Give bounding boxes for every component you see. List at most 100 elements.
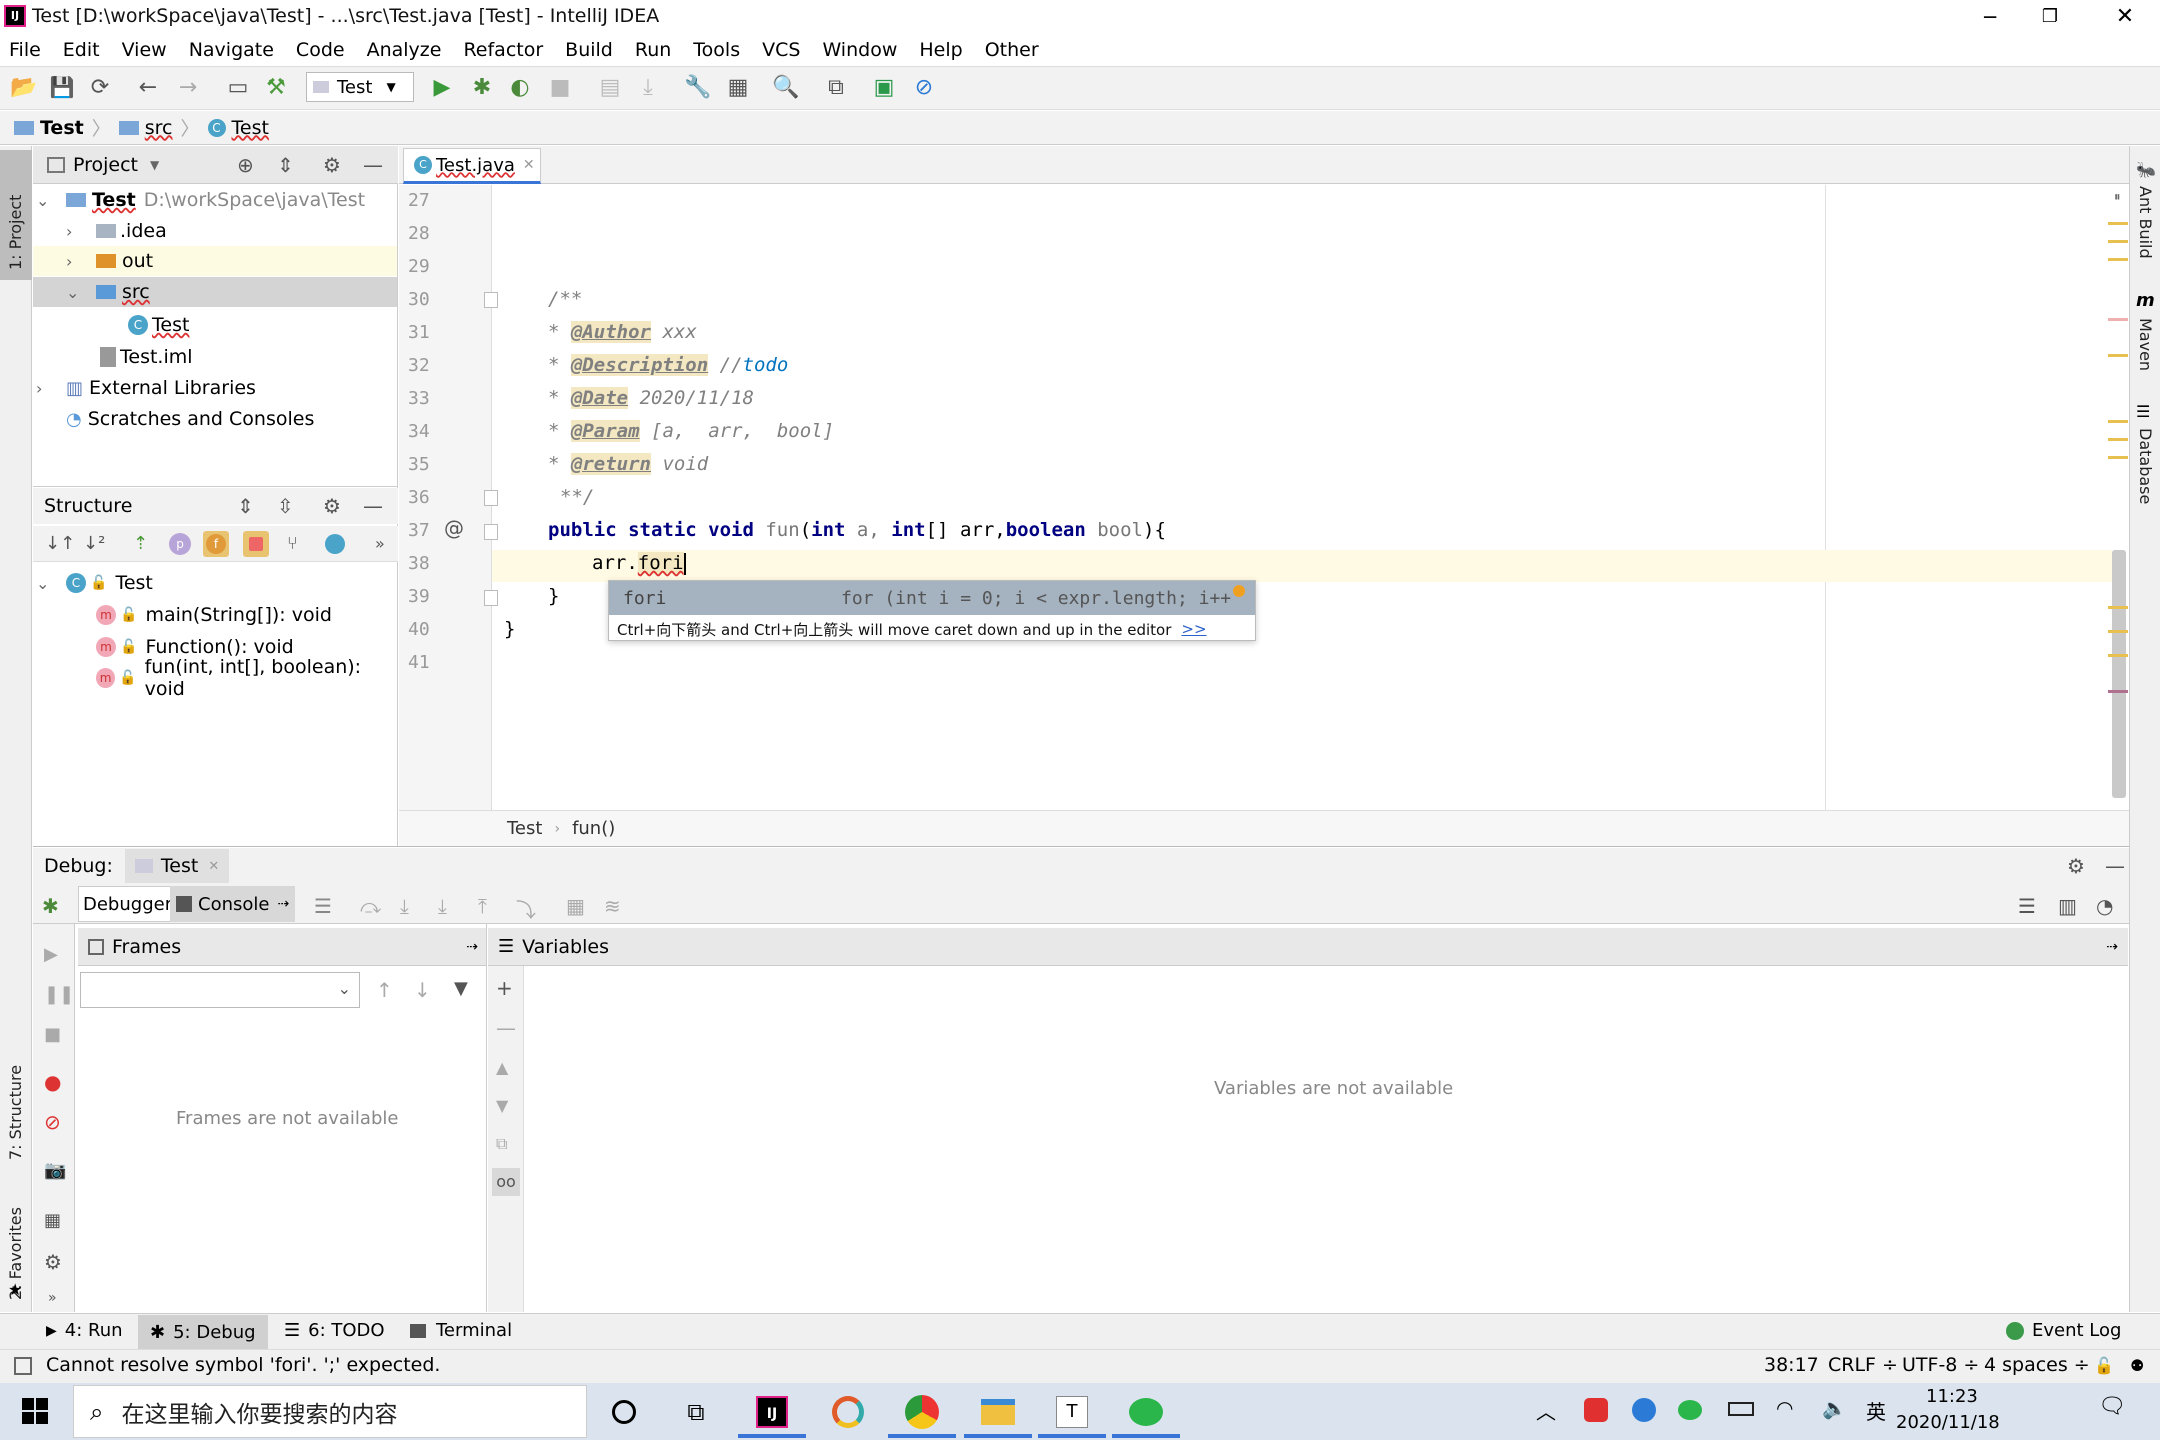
tool-window-terminal[interactable]: Terminal bbox=[410, 1320, 512, 1341]
inherited-icon[interactable]: ⇡ bbox=[133, 533, 148, 554]
tree-item-src[interactable]: ⌄ src bbox=[33, 277, 397, 307]
chevron-down-icon[interactable]: ⌄ bbox=[36, 191, 56, 210]
error-marker[interactable] bbox=[2108, 240, 2128, 243]
frame-up-icon[interactable]: ↑ bbox=[376, 978, 393, 1002]
step-into-icon[interactable]: ⤓ bbox=[400, 894, 409, 918]
collapse-all-icon[interactable]: ⇳ bbox=[277, 494, 294, 518]
structure-class[interactable]: ⌄ C 🔓 Test bbox=[36, 568, 376, 598]
memory-icon[interactable]: ◔ bbox=[2096, 894, 2113, 918]
inspector-icon[interactable]: ⚉ bbox=[2130, 1356, 2144, 1375]
menu-help[interactable]: Help bbox=[919, 39, 962, 61]
debug-icon[interactable]: ✱ bbox=[468, 73, 496, 101]
fold-marker-icon[interactable] bbox=[484, 292, 498, 308]
sort-visibility-icon[interactable]: ↓² bbox=[83, 533, 105, 554]
close-icon[interactable]: ✕ bbox=[208, 859, 219, 874]
editor-area[interactable] bbox=[399, 185, 2129, 810]
wifi-icon[interactable]: ◠ bbox=[1776, 1396, 1793, 1420]
disable-icon[interactable]: ⊘ bbox=[910, 73, 938, 101]
evaluate-icon[interactable]: ▦ bbox=[566, 894, 585, 918]
completion-item[interactable]: fori for (int i = 0; i < expr.length; i+… bbox=[609, 581, 1255, 615]
vcs-commit-icon[interactable]: ⤓ bbox=[634, 73, 662, 101]
chevron-right-icon[interactable]: › bbox=[66, 252, 86, 271]
clock-time[interactable]: 11:23 bbox=[1926, 1386, 1978, 1407]
tree-item-out[interactable]: › out bbox=[33, 246, 397, 276]
pin-icon[interactable]: ⇢ bbox=[466, 939, 478, 955]
line-separator[interactable]: CRLF ÷ bbox=[1828, 1354, 1898, 1376]
back-icon[interactable]: ← bbox=[134, 73, 162, 101]
windows-start-icon[interactable] bbox=[22, 1398, 48, 1424]
error-marker[interactable] bbox=[2108, 606, 2128, 609]
tree-item-test-class[interactable]: C Test bbox=[128, 310, 388, 340]
coverage-icon[interactable]: ◐ bbox=[506, 73, 534, 101]
breadcrumb-item-project[interactable]: Test bbox=[40, 117, 84, 139]
tray-app-red-icon[interactable] bbox=[1584, 1398, 1608, 1422]
menu-run[interactable]: Run bbox=[635, 39, 671, 61]
tool-window-debug[interactable]: ✱ 5: Debug bbox=[138, 1315, 268, 1349]
trace-icon[interactable]: ≋ bbox=[604, 894, 621, 918]
structure-member[interactable]: m 🔓 main(String[]): void bbox=[96, 600, 396, 630]
completion-hint-link[interactable]: >> bbox=[1181, 620, 1206, 638]
editor-breadcrumb-method[interactable]: fun() bbox=[572, 818, 615, 839]
tool-window-run[interactable]: ▶ 4: Run bbox=[46, 1320, 123, 1341]
typora-icon[interactable]: T bbox=[1050, 1390, 1094, 1434]
cortana-icon[interactable] bbox=[602, 1390, 646, 1434]
tree-item-idea[interactable]: › .idea bbox=[66, 216, 396, 246]
fold-marker-icon[interactable] bbox=[484, 490, 498, 506]
hide-panel-icon[interactable]: — bbox=[363, 494, 383, 518]
run-config-select[interactable]: Test ▼ bbox=[306, 72, 414, 102]
error-marker[interactable] bbox=[2108, 630, 2128, 633]
battery-icon[interactable] bbox=[1728, 1402, 1754, 1416]
error-marker[interactable] bbox=[2108, 258, 2128, 261]
browser-icon[interactable] bbox=[826, 1390, 870, 1434]
anonymous-icon[interactable] bbox=[325, 533, 345, 554]
monitor-icon[interactable]: ▣ bbox=[870, 73, 898, 101]
error-marker[interactable] bbox=[2108, 654, 2128, 657]
open-folder-icon[interactable]: 📂 bbox=[10, 73, 38, 101]
chevron-down-icon[interactable]: ▼ bbox=[150, 158, 159, 172]
menu-edit[interactable]: Edit bbox=[63, 39, 100, 61]
settings-wrench-icon[interactable]: 🔧 bbox=[684, 73, 712, 101]
mute-breakpoints-icon[interactable]: ⊘ bbox=[44, 1110, 61, 1134]
close-button[interactable]: ✕ bbox=[2090, 0, 2160, 33]
hide-panel-icon[interactable]: — bbox=[2105, 854, 2125, 878]
editor-breadcrumb-class[interactable]: Test bbox=[507, 818, 542, 839]
event-log-button[interactable]: Event Log bbox=[2006, 1320, 2121, 1341]
file-explorer-icon[interactable] bbox=[976, 1390, 1020, 1434]
menu-vcs[interactable]: VCS bbox=[762, 39, 800, 61]
volume-muted-icon[interactable]: 🔈 bbox=[1822, 1396, 1847, 1420]
tool-window-ant-build[interactable]: Ant Build bbox=[2136, 186, 2155, 259]
tasks-icon[interactable]: ⧉ bbox=[822, 73, 850, 101]
tool-window-todo[interactable]: ☰ 6: TODO bbox=[284, 1320, 385, 1341]
gear-icon[interactable]: ⚙ bbox=[2067, 854, 2085, 878]
notification-icon[interactable]: 🗨 bbox=[2098, 1394, 2126, 1419]
save-icon[interactable]: 💾 bbox=[48, 73, 76, 101]
menu-navigate[interactable]: Navigate bbox=[189, 39, 274, 61]
status-toggle-icon[interactable] bbox=[14, 1357, 32, 1375]
sort-alpha-icon[interactable]: ↓↑ bbox=[45, 533, 75, 554]
menu-file[interactable]: File bbox=[9, 39, 41, 61]
error-marker[interactable] bbox=[2108, 690, 2128, 693]
chevron-down-icon[interactable]: ⌄ bbox=[36, 574, 56, 593]
copy-icon[interactable]: ⧉ bbox=[496, 1134, 507, 1154]
tree-item-iml[interactable]: Test.iml bbox=[100, 342, 360, 372]
more-icon[interactable]: » bbox=[48, 1290, 57, 1306]
gear-icon[interactable]: ⚙ bbox=[323, 153, 341, 177]
thread-select[interactable]: ⌄ bbox=[80, 972, 360, 1008]
caret-position[interactable]: 38:17 bbox=[1764, 1354, 1819, 1376]
intellij-taskbar-icon[interactable]: IJ bbox=[750, 1390, 794, 1434]
tree-item-scratches[interactable]: ◔ Scratches and Consoles bbox=[66, 404, 396, 434]
add-watch-icon[interactable]: + bbox=[496, 976, 513, 1000]
console-tab[interactable]: Console ⇢ bbox=[170, 886, 296, 922]
error-marker[interactable] bbox=[2108, 318, 2128, 321]
error-marker[interactable] bbox=[2108, 438, 2128, 441]
forward-icon[interactable]: → bbox=[174, 73, 202, 101]
layout-grid-icon[interactable]: ▦ bbox=[44, 1210, 61, 1231]
tree-root[interactable]: ⌄ Test D:\workSpace\java\Test bbox=[36, 185, 396, 215]
tool-window-project[interactable]: 1: Project bbox=[6, 160, 25, 270]
build-hammer-icon[interactable]: ⚒ bbox=[262, 73, 290, 101]
show-execution-point-icon[interactable]: ☰ bbox=[314, 894, 332, 918]
gear-icon[interactable]: ⚙ bbox=[323, 494, 341, 518]
sync-icon[interactable]: ⟳ bbox=[86, 73, 114, 101]
breadcrumb-item-src[interactable]: src bbox=[145, 117, 173, 139]
lock-icon[interactable]: 🔓 bbox=[2094, 1356, 2114, 1375]
